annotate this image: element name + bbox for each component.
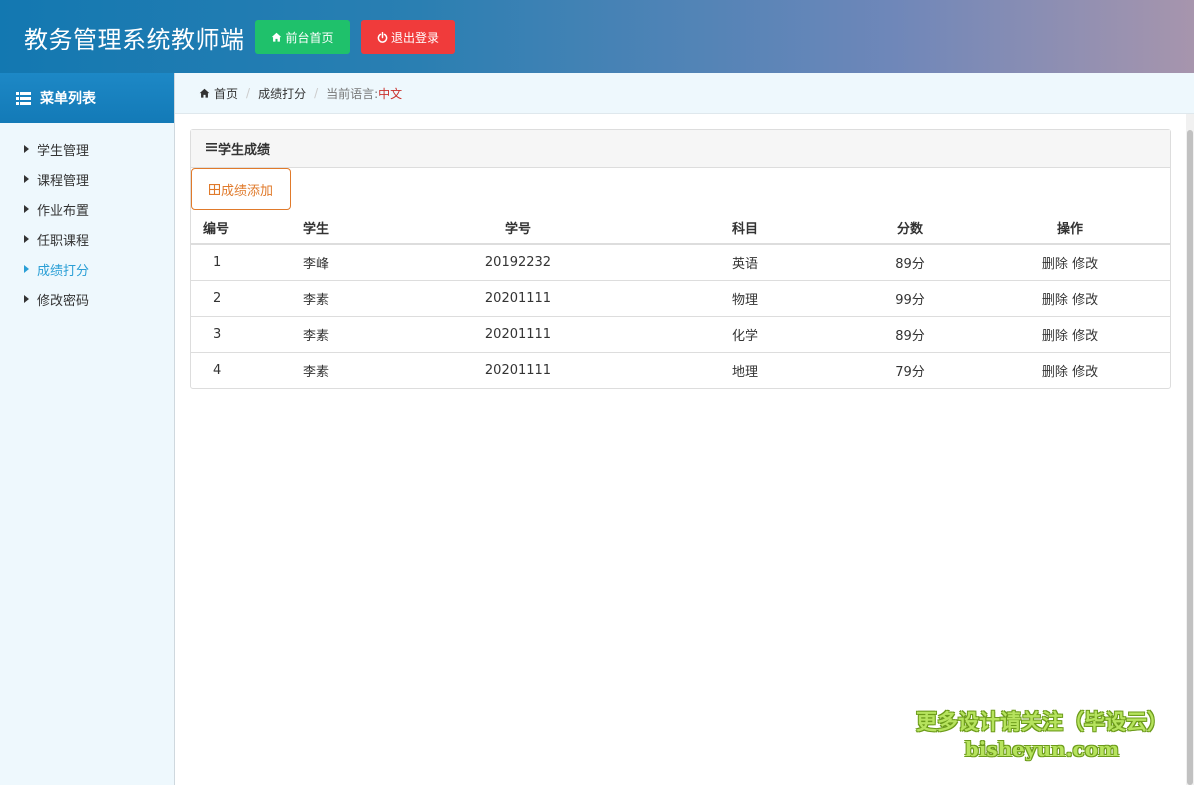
table-row: 3 李素 20201111 化学 89分 删除 修改 bbox=[191, 316, 1170, 353]
cell-id: 1 bbox=[191, 244, 291, 281]
delete-link[interactable]: 删除 bbox=[1042, 329, 1068, 344]
sidebar-item-teaching-courses[interactable]: 任职课程 bbox=[0, 224, 174, 254]
column-header-subject: 科目 bbox=[640, 212, 850, 245]
table-row: 4 李素 20201111 地理 79分 删除 修改 bbox=[191, 352, 1170, 388]
cell-student: 李素 bbox=[303, 364, 330, 380]
delete-link[interactable]: 删除 bbox=[1042, 293, 1068, 308]
watermark: 更多设计请关注（毕设云） bisheyun.com bbox=[912, 708, 1172, 762]
menu-list: 学生管理 课程管理 作业布置 任职课程 成绩打分 修改密码 bbox=[0, 123, 174, 314]
add-grade-label: 成绩添加 bbox=[220, 183, 273, 199]
home-icon bbox=[272, 32, 282, 42]
caret-right-icon bbox=[24, 235, 29, 243]
caret-right-icon bbox=[24, 265, 29, 273]
cell-score: 79分 bbox=[895, 364, 925, 380]
breadcrumb-home-link[interactable]: 首页 bbox=[214, 85, 238, 102]
sidebar-item-label: 成绩打分 bbox=[37, 263, 90, 279]
panel-title: 学生成绩 bbox=[218, 143, 271, 158]
sidebar-item-homework[interactable]: 作业布置 bbox=[0, 194, 174, 224]
scrollbar-thumb[interactable] bbox=[1187, 130, 1193, 785]
sidebar-item-label: 学生管理 bbox=[37, 143, 90, 159]
menu-icon bbox=[206, 141, 217, 156]
menu-header: 菜单列表 bbox=[0, 73, 174, 123]
breadcrumb-current[interactable]: 成绩打分 bbox=[258, 85, 306, 102]
column-header-student: 学生 bbox=[291, 212, 396, 245]
table-row: 2 李素 20201111 物理 99分 删除 修改 bbox=[191, 280, 1170, 317]
breadcrumb-separator: / bbox=[314, 86, 319, 100]
language-value: 中文 bbox=[378, 86, 403, 101]
edit-link[interactable]: 修改 bbox=[1072, 365, 1098, 380]
cell-student-no: 20201111 bbox=[484, 362, 552, 378]
breadcrumb: 首页 / 成绩打分 / 当前语言: 中文 bbox=[175, 73, 1194, 114]
cell-student: 李素 bbox=[291, 316, 396, 353]
breadcrumb-separator: / bbox=[246, 86, 251, 100]
list-icon bbox=[16, 91, 31, 105]
plus-square-icon bbox=[208, 183, 220, 195]
table-header-row: 编号 学生 学号 科目 分数 操作 bbox=[191, 212, 1170, 245]
cell-student: 李峰 bbox=[291, 244, 396, 281]
grades-table: 编号 学生 学号 科目 分数 操作 1 李峰 20192232 英语 89分 删… bbox=[191, 212, 1170, 388]
caret-right-icon bbox=[24, 205, 29, 213]
app-title: 教务管理系统教师端 bbox=[24, 26, 245, 54]
edit-link[interactable]: 修改 bbox=[1072, 329, 1098, 344]
table-row: 1 李峰 20192232 英语 89分 删除 修改 bbox=[191, 244, 1170, 281]
vertical-scrollbar[interactable] bbox=[1186, 114, 1194, 785]
logout-button[interactable]: 退出登录 bbox=[361, 20, 455, 54]
sidebar-item-label: 任职课程 bbox=[37, 233, 90, 249]
cell-subject: 化学 bbox=[640, 316, 850, 353]
caret-right-icon bbox=[24, 295, 29, 303]
cell-score: 89分 bbox=[850, 244, 970, 281]
sidebar-item-label: 课程管理 bbox=[37, 173, 90, 189]
cell-score: 89分 bbox=[850, 316, 970, 353]
delete-link[interactable]: 删除 bbox=[1042, 257, 1068, 272]
cell-student-no: 20192232 bbox=[396, 244, 640, 281]
sidebar-item-student-management[interactable]: 学生管理 bbox=[0, 134, 174, 164]
cell-actions: 删除 修改 bbox=[970, 280, 1170, 317]
caret-right-icon bbox=[24, 175, 29, 183]
home-icon bbox=[199, 88, 210, 98]
logout-label: 退出登录 bbox=[390, 30, 439, 45]
cell-student: 李素 bbox=[291, 280, 396, 317]
edit-link[interactable]: 修改 bbox=[1072, 293, 1098, 308]
delete-link[interactable]: 删除 bbox=[1042, 365, 1068, 380]
panel-header: 学生成绩 bbox=[191, 130, 1170, 168]
cell-student-no: 20201111 bbox=[396, 280, 640, 317]
watermark-line-1: 更多设计请关注（毕设云） bbox=[916, 710, 1168, 734]
sidebar-item-label: 作业布置 bbox=[37, 203, 90, 219]
cell-id: 3 bbox=[191, 316, 291, 353]
cell-id: 2 bbox=[191, 280, 291, 317]
language-label: 当前语言: bbox=[326, 86, 379, 101]
cell-score: 99分 bbox=[850, 280, 970, 317]
caret-right-icon bbox=[24, 145, 29, 153]
edit-link[interactable]: 修改 bbox=[1072, 257, 1098, 272]
add-grade-button[interactable]: 成绩添加 bbox=[191, 168, 291, 210]
watermark-line-2: bisheyun.com bbox=[964, 737, 1120, 761]
cell-actions: 删除 修改 bbox=[970, 244, 1170, 281]
cell-actions: 删除 修改 bbox=[970, 352, 1170, 388]
cell-subject: 地理 bbox=[731, 364, 758, 380]
sidebar-item-course-management[interactable]: 课程管理 bbox=[0, 164, 174, 194]
column-header-student-no: 学号 bbox=[396, 212, 640, 245]
cell-subject: 英语 bbox=[640, 244, 850, 281]
cell-id: 4 bbox=[213, 362, 222, 378]
front-home-label: 前台首页 bbox=[285, 30, 334, 45]
sidebar-item-change-password[interactable]: 修改密码 bbox=[0, 284, 174, 314]
cell-student-no: 20201111 bbox=[396, 316, 640, 353]
menu-title: 菜单列表 bbox=[40, 91, 96, 107]
sidebar: 菜单列表 学生管理 课程管理 作业布置 任职课程 成绩打分 修改密码 bbox=[0, 73, 175, 785]
column-header-score: 分数 bbox=[850, 212, 970, 245]
sidebar-item-grading[interactable]: 成绩打分 bbox=[0, 254, 174, 284]
cell-subject: 物理 bbox=[640, 280, 850, 317]
front-home-button[interactable]: 前台首页 bbox=[255, 20, 350, 54]
power-icon bbox=[377, 31, 388, 43]
cell-actions: 删除 修改 bbox=[970, 316, 1170, 353]
top-header: 教务管理系统教师端 前台首页 退出登录 bbox=[0, 0, 1194, 73]
column-header-actions: 操作 bbox=[970, 212, 1170, 245]
column-header-id: 编号 bbox=[191, 212, 291, 245]
sidebar-item-label: 修改密码 bbox=[37, 293, 90, 309]
grades-panel: 学生成绩 成绩添加 编号 学生 学号 科目 分数 操作 1 李峰 2019223… bbox=[190, 129, 1171, 389]
